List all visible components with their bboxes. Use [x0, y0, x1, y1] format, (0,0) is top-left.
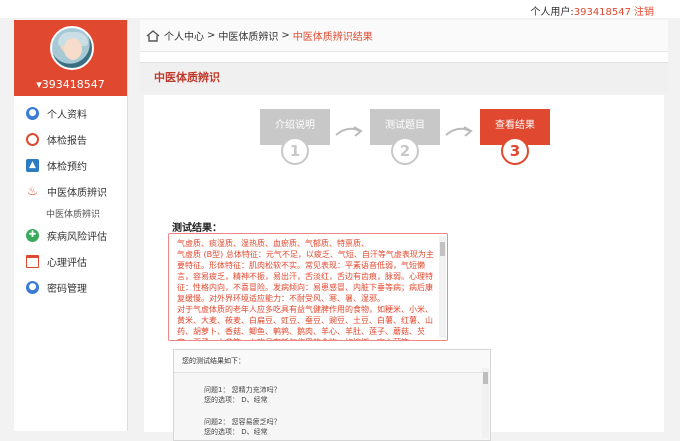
sidebar-item-checkup-booking[interactable]: ▲ 体检预约 — [14, 152, 127, 178]
user-icon: ● — [26, 106, 39, 120]
calendar-icon — [26, 254, 39, 268]
sidebar-subitem-tcm-constitution[interactable]: 中医体质辨识 — [14, 204, 127, 222]
profile-header: ▾393418547 — [14, 20, 127, 96]
avatar-face — [64, 38, 82, 60]
result-line: 气虚质、痰湿质、湿热质、血瘀质、气郁质、特禀质、 — [177, 239, 369, 248]
result-label: 测试结果： — [172, 223, 222, 234]
sidebar-item-label: 心理评估 — [47, 257, 87, 269]
user-info: 个人用户:393418547 注销 — [530, 3, 654, 18]
flame-icon: ♨ — [27, 184, 38, 198]
sidebar-subitem-label: 中医体质辨识 — [46, 209, 101, 220]
breadcrumb: 个人中心 > 中医体质辨识 > 中医体质辨识结果 — [140, 20, 668, 52]
sidebar-item-disease-risk[interactable]: ✚ 疾病风险评估 — [14, 222, 127, 248]
question-item: 问题2： 您容易疲乏吗？ — [204, 418, 281, 426]
result-line: 气虚质 (B型) 总体特征：元气不足，以疲乏、气短、自汗等气虚表现为主要特征。形… — [177, 250, 434, 303]
answer-item: 您的选项： D、经常 — [204, 396, 268, 404]
logout-link[interactable]: 注销 — [634, 7, 654, 18]
sidebar-item-psych-eval[interactable]: 心理评估 — [14, 248, 127, 274]
result-line: 对于气虚体质的老年人应多吃具有益气健脾作用的食物，如粳米、小米、黄米、大麦、莜麦… — [177, 305, 433, 340]
answers-heading: 您的测试结果如下： — [174, 350, 490, 373]
sidebar-item-label: 密码管理 — [47, 283, 87, 295]
sidebar-item-label: 疾病风险评估 — [47, 231, 107, 243]
sidebar-item-password[interactable]: ● 密码管理 — [14, 274, 127, 300]
sidebar-item-checkup-report[interactable]: 体检报告 — [14, 126, 127, 152]
breadcrumb-current: 中医体质辨识结果 — [292, 32, 373, 43]
sidebar-item-profile[interactable]: ● 个人资料 — [14, 100, 127, 126]
panel-body: 介绍说明 1 测试题目 2 查看结果 3 测试结果： 气虚质、痰湿质、湿热质、血… — [144, 95, 664, 441]
stethoscope-icon — [26, 132, 39, 146]
scrollbar-thumb[interactable] — [440, 242, 445, 256]
sidebar: ▾393418547 ● 个人资料 体检报告 ▲ 体检预约 ♨ 中医体质辨识 中… — [14, 20, 128, 431]
sidebar-username[interactable]: ▾393418547 — [14, 78, 127, 91]
question-item: 问题1： 您精力充沛吗？ — [204, 386, 281, 394]
step-number-1: 1 — [281, 137, 309, 165]
answer-item: 您的选项： D、经常 — [204, 428, 268, 436]
result-scrollbar[interactable] — [439, 236, 446, 338]
breadcrumb-separator: > — [281, 30, 290, 41]
breadcrumb-mid[interactable]: 中医体质辨识 — [218, 28, 278, 43]
user-prefix: 个人用户: — [530, 7, 574, 18]
home-icon — [146, 29, 160, 42]
image-icon: ▲ — [26, 158, 39, 172]
content-panel: 中医体质辨识 介绍说明 1 测试题目 2 查看结果 3 测试结果： 气虚质、痰湿… — [140, 62, 668, 441]
step-indicator: 介绍说明 1 测试题目 2 查看结果 3 — [144, 109, 664, 169]
breadcrumb-separator: > — [207, 30, 216, 41]
sidebar-item-label: 中医体质辨识 — [47, 187, 107, 199]
sidebar-menu: ● 个人资料 体检报告 ▲ 体检预约 ♨ 中医体质辨识 中医体质辨识 ✚ 疾病风… — [14, 100, 127, 300]
globe-icon: ✚ — [26, 228, 39, 242]
step-number-3: 3 — [501, 137, 529, 165]
main-content: 个人中心 > 中医体质辨识 > 中医体质辨识结果 中医体质辨识 介绍说明 1 测… — [140, 20, 668, 441]
answers-scrollbar[interactable] — [482, 368, 489, 438]
result-textarea[interactable]: 气虚质、痰湿质、湿热质、血瘀质、气郁质、特禀质、 气虚质 (B型) 总体特征：元… — [168, 233, 448, 341]
step-number-2: 2 — [391, 137, 419, 165]
sidebar-item-tcm-constitution[interactable]: ♨ 中医体质辨识 — [14, 178, 127, 204]
panel-title: 中医体质辨识 — [140, 63, 668, 93]
sidebar-item-label: 体检预约 — [47, 161, 87, 173]
top-bar: 个人用户:393418547 注销 — [0, 0, 680, 18]
sidebar-item-label: 体检报告 — [47, 135, 87, 147]
sidebar-username-text: 393418547 — [41, 78, 105, 91]
arrow-right-icon — [445, 126, 473, 137]
answers-box[interactable]: 您的测试结果如下： 问题1： 您精力充沛吗？ 您的选项： D、经常 问题2： 您… — [173, 349, 491, 441]
breadcrumb-home[interactable]: 个人中心 — [164, 28, 204, 43]
user-lock-icon: ● — [26, 280, 39, 294]
scrollbar-thumb[interactable] — [483, 372, 488, 384]
arrow-right-icon — [335, 126, 363, 137]
avatar[interactable] — [50, 26, 94, 70]
user-id-link[interactable]: 393418547 — [574, 7, 631, 18]
sidebar-item-label: 个人资料 — [47, 109, 87, 121]
